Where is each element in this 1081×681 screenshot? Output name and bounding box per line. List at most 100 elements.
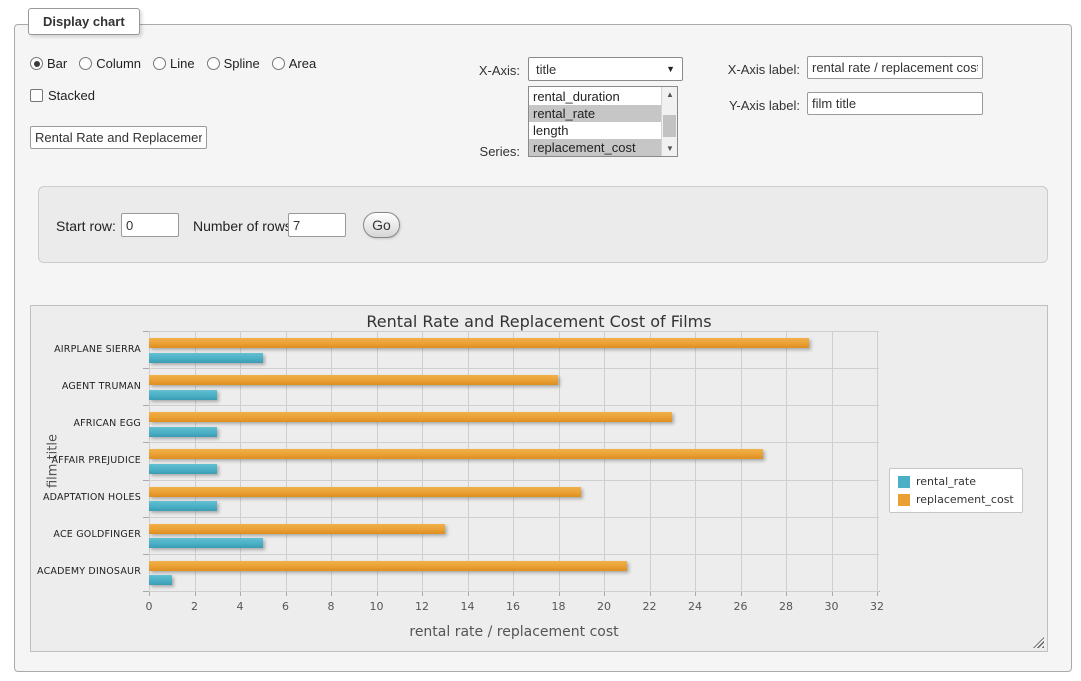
x-axis-tick-label: 28 [771, 600, 801, 613]
gridline-vertical [468, 331, 469, 591]
x-axis-tick [695, 592, 696, 596]
gridline-horizontal [149, 368, 879, 369]
chart-type-radio-spline[interactable]: Spline [207, 56, 260, 71]
gridline-horizontal [149, 331, 879, 332]
y-axis-tick [143, 480, 149, 481]
x-axis-tick-label: 26 [726, 600, 756, 613]
x-axis-tick-label: 24 [680, 600, 710, 613]
chart-title: Rental Rate and Replacement Cost of Film… [31, 312, 1047, 331]
bar-rental_rate [149, 353, 263, 363]
legend-item-rental_rate[interactable]: rental_rate [898, 475, 1014, 488]
x-axis-tick-label: 8 [316, 600, 346, 613]
series-multiselect[interactable]: rental_durationrental_ratelengthreplacem… [528, 86, 678, 157]
bar-rental_rate [149, 427, 217, 437]
radio-label: Line [170, 56, 195, 71]
x-axis-tick-label: 12 [407, 600, 437, 613]
fieldset-legend-title: Display chart [28, 8, 140, 35]
legend-item-replacement_cost[interactable]: replacement_cost [898, 493, 1014, 506]
y-axis-tick [143, 331, 149, 332]
bar-replacement_cost [149, 524, 445, 534]
chart-type-radio-column[interactable]: Column [79, 56, 141, 71]
chart-type-radio-group: Bar Column Line Spline Area [30, 56, 316, 71]
gridline-horizontal [149, 591, 879, 592]
y-axis-tick [143, 442, 149, 443]
x-axis-select[interactable]: title ▼ [528, 57, 683, 81]
y-axis-tick [143, 591, 149, 592]
bar-rental_rate [149, 501, 217, 511]
number-of-rows-label: Number of rows: [193, 218, 296, 234]
bar-replacement_cost [149, 561, 627, 571]
scroll-down-icon[interactable]: ▼ [662, 141, 678, 156]
resize-grip-icon[interactable] [1033, 637, 1044, 648]
series-scrollbar[interactable]: ▲ ▼ [661, 87, 677, 156]
series-select-label: Series: [430, 144, 520, 159]
x-axis-tick [741, 592, 742, 596]
start-row-label: Start row: [56, 218, 116, 234]
radio-label: Spline [224, 56, 260, 71]
page: Display chart Bar Column Line Spline Area St… [0, 0, 1081, 681]
bar-rental_rate [149, 538, 263, 548]
x-axis-tick-label: 22 [635, 600, 665, 613]
gridline-vertical [877, 331, 878, 591]
go-button[interactable]: Go [363, 212, 400, 238]
radio-circle-icon [207, 57, 220, 70]
x-axis-tick-label: 18 [544, 600, 574, 613]
y-axis-tick [143, 368, 149, 369]
chart-type-radio-line[interactable]: Line [153, 56, 195, 71]
gridline-vertical [695, 331, 696, 591]
gridline-horizontal [149, 405, 879, 406]
gridline-vertical [286, 331, 287, 591]
chart-type-radio-area[interactable]: Area [272, 56, 316, 71]
category-label: ACE GOLDFINGER [31, 529, 141, 540]
x-axis-tick-label: 2 [180, 600, 210, 613]
category-label: AIRPLANE SIERRA [31, 344, 141, 355]
chart-type-radio-bar[interactable]: Bar [30, 56, 67, 71]
radio-dot [34, 61, 40, 67]
chart-panel: Rental Rate and Replacement Cost of Film… [30, 305, 1048, 652]
stacked-checkbox-row: Stacked [30, 88, 95, 103]
series-option-rental_duration[interactable]: rental_duration [529, 88, 661, 105]
category-label: AFFAIR PREJUDICE [31, 455, 141, 466]
bar-replacement_cost [149, 375, 558, 385]
series-option-length[interactable]: length [529, 122, 661, 139]
x-axis-select-label: X-Axis: [430, 63, 520, 78]
gridline-vertical [786, 331, 787, 591]
x-axis-tick [240, 592, 241, 596]
number-of-rows-input[interactable] [288, 213, 346, 237]
chart-legend: rental_rate replacement_cost [889, 468, 1023, 513]
gridline-horizontal [149, 517, 879, 518]
gridline-horizontal [149, 480, 879, 481]
x-axis-tick [195, 592, 196, 596]
chart-title-input[interactable] [30, 126, 207, 149]
legend-swatch-icon [898, 494, 910, 506]
stacked-checkbox[interactable] [30, 89, 43, 102]
gridline-vertical [149, 331, 150, 591]
y-axis-tick [143, 554, 149, 555]
scrollbar-thumb[interactable] [663, 115, 676, 137]
x-axis-tick [513, 592, 514, 596]
gridline-vertical [377, 331, 378, 591]
x-axis-tick [149, 592, 150, 596]
gridline-horizontal [149, 442, 879, 443]
radio-label: Bar [47, 56, 67, 71]
x-axis-tick-label: 4 [225, 600, 255, 613]
category-label: AFRICAN EGG [31, 418, 141, 429]
y-axis-label-input[interactable] [807, 92, 983, 115]
x-axis-tick [877, 592, 878, 596]
y-axis-label-label: Y-Axis label: [700, 98, 800, 113]
series-option-rental_rate[interactable]: rental_rate [529, 105, 661, 122]
gridline-vertical [422, 331, 423, 591]
x-axis-tick [604, 592, 605, 596]
scroll-up-icon[interactable]: ▲ [662, 87, 678, 102]
x-axis-tick-label: 16 [498, 600, 528, 613]
series-option-replacement_cost[interactable]: replacement_cost [529, 139, 661, 156]
start-row-input[interactable] [121, 213, 179, 237]
x-axis-tick [559, 592, 560, 596]
gridline-vertical [741, 331, 742, 591]
x-axis-tick [286, 592, 287, 596]
gridline-horizontal [149, 554, 879, 555]
gridline-vertical [832, 331, 833, 591]
x-axis-tick-label: 6 [271, 600, 301, 613]
radio-label: Area [289, 56, 316, 71]
x-axis-label-input[interactable] [807, 56, 983, 79]
